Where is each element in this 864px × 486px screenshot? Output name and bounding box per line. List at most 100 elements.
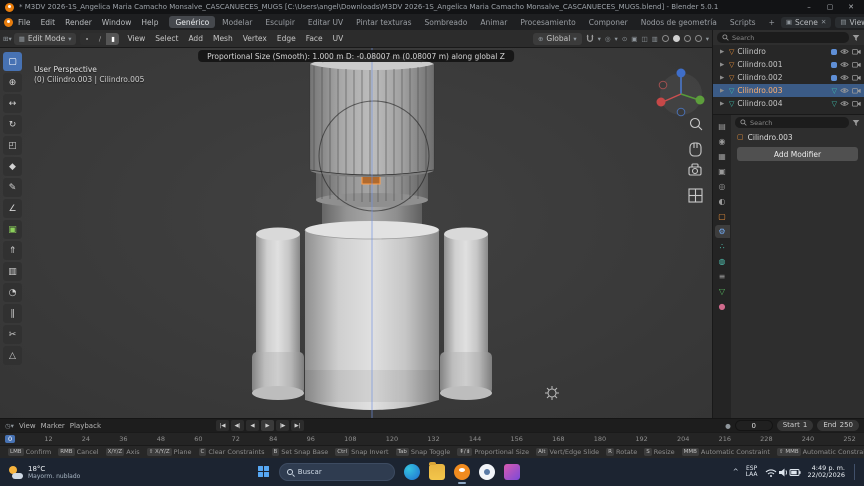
- transform-orientation-selector[interactable]: ⊕ Global ▾: [532, 32, 582, 45]
- expand-caret-icon[interactable]: ▶: [720, 62, 726, 68]
- editor-type-icon[interactable]: ⊞▾: [3, 35, 12, 43]
- tab-physics[interactable]: ◍: [715, 255, 730, 268]
- clock-widget[interactable]: 4:49 p. m. 22/02/2026: [808, 464, 845, 480]
- tab-modifiers[interactable]: ⚙: [714, 225, 730, 238]
- properties-search-input[interactable]: Search: [735, 117, 849, 128]
- hide-eye-icon[interactable]: [840, 87, 849, 94]
- frame-start-field[interactable]: Start 1: [776, 420, 814, 431]
- shading-material-button[interactable]: [683, 35, 691, 42]
- playhead-frame[interactable]: 0: [5, 435, 16, 443]
- start-button[interactable]: [257, 466, 270, 478]
- pivot-point-icon[interactable]: ⊙: [622, 35, 627, 43]
- previous-keyframe-button[interactable]: ◀|: [231, 420, 244, 431]
- tray-status-icons[interactable]: [765, 467, 801, 478]
- workspace-tab-scripts[interactable]: Scripts: [724, 16, 762, 28]
- tool-poly-build[interactable]: △: [3, 346, 22, 365]
- light-object-gizmo[interactable]: [545, 386, 559, 400]
- hide-eye-icon[interactable]: [840, 48, 849, 55]
- menu-help[interactable]: Help: [136, 17, 163, 28]
- tab-object-data[interactable]: ▽: [715, 285, 730, 298]
- workspace-tab-componer[interactable]: Componer: [583, 16, 634, 28]
- timeline-menu-marker[interactable]: Marker: [41, 422, 65, 430]
- viewport-menu-view[interactable]: View: [123, 33, 149, 44]
- workspace-tab-generico[interactable]: Genérico: [169, 16, 216, 28]
- menu-window[interactable]: Window: [97, 17, 137, 28]
- menu-file[interactable]: File: [13, 17, 36, 28]
- show-gizmo-icon[interactable]: ▣: [631, 35, 637, 43]
- disable-render-camera-icon[interactable]: [852, 61, 861, 68]
- overlays-icon[interactable]: ◫: [641, 35, 647, 43]
- disable-render-camera-icon[interactable]: [852, 48, 861, 55]
- viewport-3d-scene[interactable]: [0, 48, 712, 418]
- workspace-tab-procesamiento[interactable]: Procesamiento: [514, 16, 581, 28]
- viewlayer-selector[interactable]: ▤ ViewLayer ✕: [835, 16, 864, 28]
- minimize-button[interactable]: –: [801, 3, 817, 11]
- disable-render-camera-icon[interactable]: [852, 74, 861, 81]
- tool-select-box[interactable]: ▢: [3, 52, 22, 71]
- vertex-select-button[interactable]: ∙: [80, 33, 93, 45]
- timeline-editor-type-icon[interactable]: ◷▾: [5, 422, 14, 430]
- taskbar-search-input[interactable]: Buscar: [278, 463, 395, 481]
- snap-dropdown-icon[interactable]: ▾: [598, 35, 601, 43]
- tool-bevel[interactable]: ◔: [3, 283, 22, 302]
- workspace-tab-sombreado[interactable]: Sombreado: [418, 16, 473, 28]
- proportional-editing-icon[interactable]: ◎: [605, 35, 611, 43]
- window-titlebar[interactable]: * M3DV 2026-1S_Angelica Maria Camacho Mo…: [0, 0, 864, 14]
- gizmo-z-neg[interactable]: [676, 107, 686, 117]
- mode-selector[interactable]: ▦ Edit Mode ▾: [13, 32, 77, 45]
- tool-annotate[interactable]: ✎: [3, 178, 22, 197]
- zoom-icon[interactable]: [689, 117, 703, 131]
- viewport-menu-vertex[interactable]: Vertex: [239, 33, 271, 44]
- face-select-button[interactable]: ▮: [106, 32, 120, 45]
- menu-edit[interactable]: Edit: [36, 17, 61, 28]
- filter-icon[interactable]: [852, 34, 860, 42]
- gizmo-x-axis[interactable]: [656, 97, 666, 107]
- tab-world[interactable]: ◐: [715, 195, 730, 208]
- photos-app-icon[interactable]: [503, 464, 520, 480]
- outliner-item-cilindro-003-active[interactable]: ▶ ▽ Cilindro.003 ▽: [713, 84, 864, 97]
- viewport-menu-edge[interactable]: Edge: [273, 33, 300, 44]
- tool-scale[interactable]: ◰: [3, 136, 22, 155]
- play-button[interactable]: ▶: [261, 420, 274, 431]
- tab-tool[interactable]: ▤: [715, 120, 730, 133]
- gizmo-y-axis[interactable]: [695, 95, 705, 105]
- tab-constraints[interactable]: ≡: [715, 270, 730, 283]
- expand-caret-icon[interactable]: ▶: [720, 49, 726, 55]
- camera-view-icon[interactable]: [688, 163, 702, 176]
- xray-toggle-icon[interactable]: ▥: [652, 35, 658, 43]
- blender-taskbar-icon[interactable]: [453, 464, 470, 484]
- outliner-item-cilindro-001[interactable]: ▶ ▽ Cilindro.001: [713, 58, 864, 71]
- tool-knife[interactable]: ✂: [3, 325, 22, 344]
- viewport-menu-mesh[interactable]: Mesh: [209, 33, 237, 44]
- viewport-menu-select[interactable]: Select: [151, 33, 182, 44]
- shading-wireframe-button[interactable]: [661, 35, 669, 42]
- play-reverse-button[interactable]: ◀: [246, 420, 259, 431]
- language-indicator[interactable]: ESP LAA: [746, 465, 758, 479]
- edge-select-button[interactable]: ∕: [93, 33, 106, 45]
- timeline-menu-view[interactable]: View: [19, 422, 36, 430]
- outliner-item-cilindro-002[interactable]: ▶ ▽ Cilindro.002: [713, 71, 864, 84]
- shading-rendered-button[interactable]: [694, 35, 702, 42]
- tool-move[interactable]: ↔: [3, 94, 22, 113]
- viewport-menu-add[interactable]: Add: [184, 33, 207, 44]
- workspace-tab-animar[interactable]: Animar: [474, 16, 513, 28]
- tray-overflow-chevron[interactable]: ^: [733, 468, 739, 476]
- tool-transform[interactable]: ◆: [3, 157, 22, 176]
- viewport-menu-uv[interactable]: UV: [329, 33, 348, 44]
- outliner-item-cilindro[interactable]: ▶ ▽ Cilindro: [713, 45, 864, 58]
- scene-selector[interactable]: ▣ Scene ✕: [780, 16, 832, 28]
- workspace-tab-pintar-texturas[interactable]: Pintar texturas: [350, 16, 417, 28]
- current-frame-field[interactable]: 0: [734, 420, 773, 431]
- snap-magnet-icon[interactable]: [586, 34, 594, 43]
- proportional-dropdown-icon[interactable]: ▾: [615, 35, 618, 43]
- workspace-tab-editar-uv[interactable]: Editar UV: [302, 16, 349, 28]
- shading-solid-button[interactable]: [672, 35, 680, 42]
- tool-measure[interactable]: ∠: [3, 199, 22, 218]
- navigation-gizmo[interactable]: [656, 68, 705, 117]
- add-workspace-button[interactable]: +: [763, 16, 781, 28]
- edge-icon[interactable]: [403, 464, 420, 480]
- paint-app-icon[interactable]: [478, 464, 495, 480]
- tool-loop-cut[interactable]: ∥: [3, 304, 22, 323]
- disable-render-camera-icon[interactable]: [852, 100, 861, 107]
- tab-particles[interactable]: ∴: [715, 240, 730, 253]
